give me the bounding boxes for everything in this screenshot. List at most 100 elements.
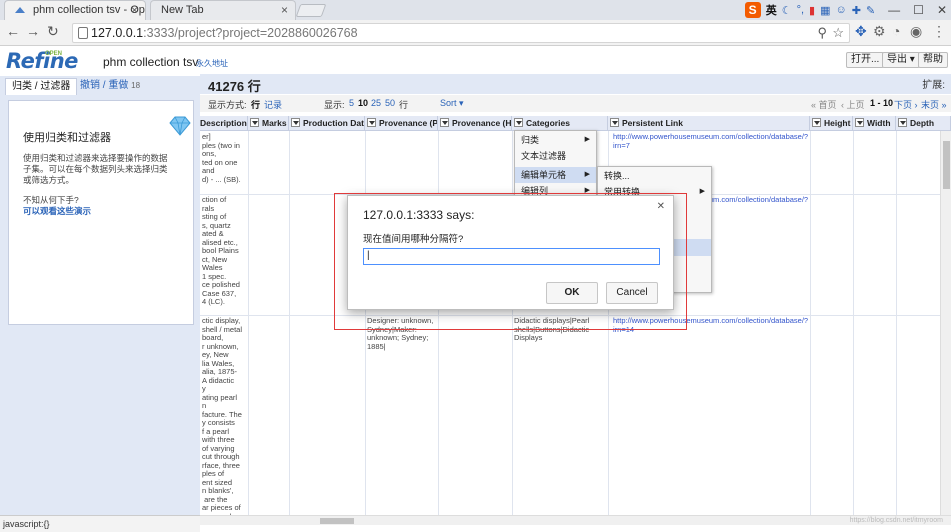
url-field[interactable]: 127.0.0.1:3333/project?project=202886002…	[72, 23, 850, 43]
export-button[interactable]: 导出 ▾	[882, 52, 920, 68]
system-tray: S 英 ☾ °, ▮ ▦ ☺ ✚ ✎ — ☐ ✕	[744, 0, 951, 20]
menu-item-facet[interactable]: 归类 ▶	[515, 132, 596, 148]
address-bar: ← → ↻ 127.0.0.1:3333/project?project=202…	[0, 20, 951, 46]
new-tab-button[interactable]	[295, 4, 327, 17]
vertical-scrollbar[interactable]	[940, 131, 951, 515]
table-cell-description[interactable]: ction of rals sting of s, quartz ated & …	[202, 196, 247, 314]
page-size-25[interactable]: 25	[371, 98, 381, 108]
extension-icon[interactable]: ◉	[910, 23, 922, 40]
column-header-height[interactable]: Height	[810, 116, 853, 131]
diamond-icon	[169, 116, 191, 136]
menu-item-transform[interactable]: 转换...	[598, 168, 711, 184]
column-header-production-date[interactable]: Production Date	[289, 116, 365, 131]
close-tab-icon[interactable]: ×	[131, 1, 138, 19]
help-text: 使用归类和过滤器来选择要操作的数据子集。可以在每个数据列头来选择归类或筛选方式。	[23, 153, 168, 185]
column-menu-icon[interactable]	[812, 118, 821, 127]
column-header-categories[interactable]: Categories	[512, 116, 608, 131]
bookmark-star-icon[interactable]: ☆	[832, 25, 844, 41]
table-cell-description[interactable]: er] ples (two in ons, ted on one and d) …	[202, 133, 247, 193]
close-tab-icon[interactable]: ×	[281, 1, 288, 19]
ime-mode-label[interactable]: 英	[766, 2, 777, 18]
screencast-link[interactable]: 可以观看这些演示	[23, 205, 91, 217]
page-info-icon[interactable]	[78, 27, 88, 39]
shirt-icon[interactable]: ✚	[852, 4, 861, 17]
left-panel-tabs: 归类 / 过滤器 撤销 / 重做 18	[0, 76, 200, 95]
tab-phm-collection[interactable]: phm collection tsv - Op ×	[4, 0, 146, 20]
column-menu-icon[interactable]	[440, 118, 449, 127]
wrench-icon[interactable]: ✎	[866, 4, 875, 17]
sogou-ime-icon[interactable]: S	[744, 2, 761, 18]
url-host: 127.0.0.1	[91, 26, 144, 40]
refine-header: Refine OPEN phm collection tsv 永久地址 打开..…	[0, 47, 951, 74]
microphone-icon[interactable]: ▮	[809, 4, 815, 17]
column-header-width[interactable]: Width	[853, 116, 896, 131]
menu-item-edit-cells[interactable]: 编辑单元格 ▶	[515, 167, 596, 183]
column-header-provenance-history[interactable]: Provenance (His	[438, 116, 512, 131]
extension-icon[interactable]: ⚙	[873, 23, 886, 40]
moon-icon[interactable]: ☾	[782, 4, 792, 17]
reload-icon[interactable]: ↻	[47, 23, 59, 40]
column-header-row: Description. Marks Production Date Prove…	[200, 116, 951, 131]
minimize-window-button[interactable]: —	[888, 3, 900, 17]
browser-tab-strip: phm collection tsv - Op × New Tab × S 英 …	[0, 0, 951, 20]
zoom-icon[interactable]: ⚲	[817, 25, 827, 41]
watermark: https://blog.csdn.net/itmyroom	[849, 517, 943, 524]
tab-title: phm collection tsv - Op	[33, 4, 145, 16]
mode-rows[interactable]: 行	[251, 98, 260, 111]
refine-logo[interactable]: Refine	[6, 49, 78, 73]
column-header-provenance-production[interactable]: Provenance (Pro	[365, 116, 438, 131]
column-header-marks[interactable]: Marks	[248, 116, 289, 131]
expand-label[interactable]: 扩展:	[922, 76, 945, 91]
status-bar: javascript:{}	[0, 515, 200, 532]
tab-undo-redo[interactable]: 撤销 / 重做 18	[74, 78, 146, 95]
maximize-window-button[interactable]: ☐	[913, 3, 924, 17]
table-cell-description[interactable]: ctic display, shell / metal board, r unk…	[202, 317, 247, 515]
help-button[interactable]: 帮助	[918, 52, 948, 68]
pager-range: 1 - 10	[870, 98, 894, 108]
refine-logo-open: OPEN	[45, 51, 63, 57]
rows-summary-bar: 41276 行 扩展:	[200, 74, 951, 94]
highlight-box	[334, 193, 687, 330]
forward-arrow-icon[interactable]: →	[26, 23, 40, 39]
column-menu-icon[interactable]	[610, 118, 619, 127]
extension-icon[interactable]: ◔	[892, 23, 900, 39]
sort-menu[interactable]: Sort ▾	[440, 98, 464, 109]
menu-item-text-filter[interactable]: 文本过滤器	[515, 148, 596, 164]
column-header-description[interactable]: Description.	[200, 116, 248, 131]
back-arrow-icon[interactable]: ←	[6, 23, 20, 39]
tab-new-tab[interactable]: New Tab ×	[150, 0, 296, 20]
tab-title: New Tab	[161, 4, 204, 16]
project-name[interactable]: phm collection tsv	[103, 55, 198, 69]
pager-first[interactable]: « 首页	[811, 98, 837, 111]
column-menu-icon[interactable]	[367, 118, 376, 127]
keyboard-icon[interactable]: ▦	[820, 4, 830, 17]
close-window-button[interactable]: ✕	[937, 3, 947, 17]
extension-icon[interactable]: ✥	[855, 23, 867, 40]
column-menu-icon[interactable]	[898, 118, 907, 127]
pager-prev[interactable]: ‹ 上页	[841, 98, 865, 111]
column-menu-icon[interactable]	[514, 118, 523, 127]
user-icon[interactable]: ☺	[836, 4, 847, 16]
menu-icon[interactable]: ⋮	[932, 23, 946, 40]
column-menu-icon[interactable]	[291, 118, 300, 127]
pager-next[interactable]: 下页 ›	[894, 98, 918, 111]
horizontal-scrollbar[interactable]	[200, 515, 951, 525]
permalink-link[interactable]: 永久地址	[196, 58, 228, 69]
show-label: 显示:	[324, 100, 345, 110]
page-size-5[interactable]: 5	[349, 98, 354, 108]
mode-records[interactable]: 记录	[264, 98, 282, 111]
left-panel: 使用归类和过滤器 使用归类和过滤器来选择要操作的数据子集。可以在每个数据列头来选…	[0, 95, 200, 515]
tab-facet-filter[interactable]: 归类 / 过滤器	[5, 78, 78, 95]
view-options-bar: 显示方式: 行 记录 显示: 5 10 25 50 行 Sort ▾ « 首页 …	[200, 95, 951, 112]
pager-last[interactable]: 末页 »	[921, 98, 947, 111]
column-menu-icon[interactable]	[250, 118, 259, 127]
page-size-10[interactable]: 10	[358, 98, 368, 108]
column-header-depth[interactable]: Depth	[896, 116, 951, 131]
table-cell-link[interactable]: http://www.powerhousemuseum.com/collecti…	[613, 133, 809, 153]
column-header-persistent-link[interactable]: Persistent Link	[608, 116, 810, 131]
open-button[interactable]: 打开...	[846, 52, 885, 68]
punctuation-icon[interactable]: °,	[797, 4, 804, 16]
page-size-50[interactable]: 50	[385, 98, 395, 108]
facet-help-box: 使用归类和过滤器 使用归类和过滤器来选择要操作的数据子集。可以在每个数据列头来选…	[8, 100, 194, 325]
column-menu-icon[interactable]	[855, 118, 864, 127]
